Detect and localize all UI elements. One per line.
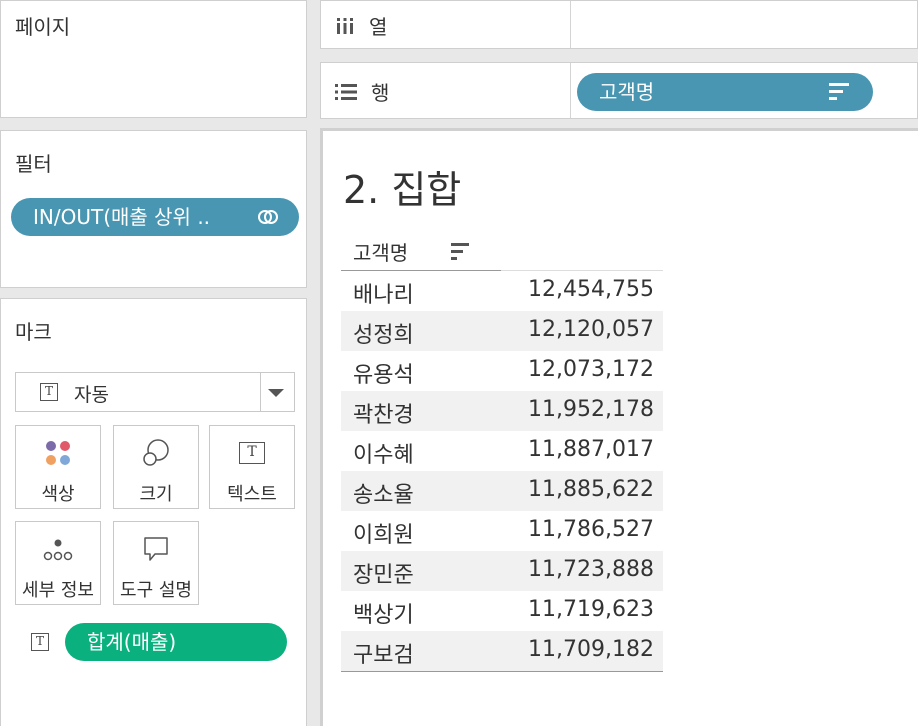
shelf-divider bbox=[570, 1, 571, 48]
customer-name-cell[interactable]: 송소율 bbox=[353, 477, 414, 509]
customer-name-cell[interactable]: 이수혜 bbox=[353, 437, 414, 469]
customer-name-cell[interactable]: 구보검 bbox=[353, 637, 414, 669]
table-body: 배나리 12,454,755 성정희 12,120,057 유용석 12,073,172 곽… bbox=[341, 271, 663, 671]
color-dots-icon bbox=[46, 441, 70, 465]
sum-sales-pill[interactable]: 합계(매출) bbox=[65, 623, 287, 661]
filters-title: 필터 bbox=[15, 152, 52, 176]
customer-name-cell[interactable]: 곽찬경 bbox=[353, 397, 414, 429]
worksheet-title: 2. 집합 bbox=[343, 168, 462, 212]
text-button-label: 텍스트 bbox=[227, 484, 277, 505]
shelf-divider bbox=[570, 63, 571, 118]
table-row[interactable]: 백상기 11,719,623 bbox=[341, 591, 663, 631]
rows-icon bbox=[335, 83, 357, 100]
detail-button[interactable]: 세부 정보 bbox=[15, 521, 101, 605]
detail-dots-icon bbox=[43, 539, 73, 561]
rows-shelf-header: 행 bbox=[335, 77, 389, 106]
sum-sales-pill-label: 합계(매출) bbox=[87, 630, 177, 654]
table-row[interactable]: 장민준 11,723,888 bbox=[341, 551, 663, 591]
text-mark-icon: T bbox=[40, 383, 58, 401]
rows-shelf-label: 행 bbox=[371, 81, 390, 105]
customer-name-pill-label: 고객명 bbox=[599, 80, 655, 104]
rows-shelf[interactable]: 행 고객명 bbox=[320, 62, 918, 119]
worksheet-view: 2. 집합 고객명 배나리 12,454,755 성정희 12,120,057 유용석 1… bbox=[320, 128, 918, 726]
table-row[interactable]: 유용석 12,073,172 bbox=[341, 351, 663, 391]
table-row[interactable]: 이수혜 11,887,017 bbox=[341, 431, 663, 471]
customer-name-cell[interactable]: 장민준 bbox=[353, 557, 414, 589]
table-bottom-border bbox=[341, 671, 663, 672]
crosstab-table: 고객명 배나리 12,454,755 성정희 12,120,057 유용석 12,073,… bbox=[341, 231, 663, 672]
marks-title: 마크 bbox=[15, 320, 52, 344]
color-button[interactable]: 색상 bbox=[15, 425, 101, 509]
customer-name-cell[interactable]: 배나리 bbox=[353, 277, 414, 309]
filter-pill-label: IN/OUT(매출 상위 .. bbox=[33, 205, 211, 229]
sales-value-cell[interactable]: 12,120,057 bbox=[528, 317, 654, 342]
size-circles-icon bbox=[143, 439, 169, 466]
color-button-label: 색상 bbox=[41, 484, 75, 505]
detail-button-label: 세부 정보 bbox=[22, 580, 94, 601]
table-header: 고객명 bbox=[341, 231, 663, 271]
columns-shelf-label: 열 bbox=[369, 15, 388, 39]
text-mark-icon[interactable]: T bbox=[31, 633, 49, 651]
size-button[interactable]: 크기 bbox=[113, 425, 199, 509]
tooltip-button-label: 도구 설명 bbox=[120, 580, 192, 601]
mark-type-label: 자동 bbox=[74, 384, 109, 406]
sort-descending-icon[interactable] bbox=[451, 243, 469, 264]
mark-type-dropdown[interactable]: T 자동 bbox=[15, 372, 295, 412]
customer-name-cell[interactable]: 백상기 bbox=[353, 597, 414, 629]
table-row[interactable]: 곽찬경 11,952,178 bbox=[341, 391, 663, 431]
text-label-icon: T bbox=[239, 442, 265, 464]
chevron-down-icon[interactable] bbox=[268, 389, 284, 397]
sales-value-cell[interactable]: 11,719,623 bbox=[528, 597, 654, 622]
dropdown-divider bbox=[260, 373, 261, 411]
pages-title: 페이지 bbox=[15, 15, 71, 39]
sales-value-cell[interactable]: 12,073,172 bbox=[528, 357, 654, 382]
columns-icon bbox=[337, 17, 353, 34]
table-row[interactable]: 성정희 12,120,057 bbox=[341, 311, 663, 351]
customer-name-pill[interactable]: 고객명 bbox=[577, 73, 873, 111]
sales-value-cell[interactable]: 11,723,888 bbox=[528, 557, 654, 582]
table-row[interactable]: 배나리 12,454,755 bbox=[341, 271, 663, 311]
sort-descending-icon[interactable] bbox=[829, 83, 849, 104]
table-row[interactable]: 이희원 11,786,527 bbox=[341, 511, 663, 551]
tooltip-button[interactable]: 도구 설명 bbox=[113, 521, 199, 605]
set-link-icon bbox=[258, 210, 278, 224]
size-button-label: 크기 bbox=[139, 484, 173, 505]
sales-value-cell[interactable]: 11,952,178 bbox=[528, 397, 654, 422]
table-row[interactable]: 송소율 11,885,622 bbox=[341, 471, 663, 511]
column-header-customer[interactable]: 고객명 bbox=[353, 237, 408, 266]
columns-shelf-header: 열 bbox=[335, 11, 387, 40]
customer-name-cell[interactable]: 유용석 bbox=[353, 357, 414, 389]
customer-name-cell[interactable]: 성정희 bbox=[353, 317, 414, 349]
columns-shelf[interactable]: 열 bbox=[320, 0, 918, 49]
pages-panel[interactable]: 페이지 bbox=[0, 0, 307, 118]
marks-panel: 마크 T 자동 색상 크기 T 텍스트 세부 정보 도구 설명 T 합계(매출) bbox=[0, 298, 307, 726]
tooltip-icon bbox=[144, 537, 168, 561]
sales-value-cell[interactable]: 11,709,182 bbox=[528, 637, 654, 662]
text-button[interactable]: T 텍스트 bbox=[209, 425, 295, 509]
customer-name-cell[interactable]: 이희원 bbox=[353, 517, 414, 549]
sales-value-cell[interactable]: 11,885,622 bbox=[528, 477, 654, 502]
table-row[interactable]: 구보검 11,709,182 bbox=[341, 631, 663, 671]
filters-panel[interactable]: 필터 IN/OUT(매출 상위 .. bbox=[0, 130, 307, 288]
sales-value-cell[interactable]: 11,887,017 bbox=[528, 437, 654, 462]
filter-pill[interactable]: IN/OUT(매출 상위 .. bbox=[11, 198, 299, 236]
sales-value-cell[interactable]: 11,786,527 bbox=[528, 517, 654, 542]
sales-value-cell[interactable]: 12,454,755 bbox=[528, 277, 654, 302]
